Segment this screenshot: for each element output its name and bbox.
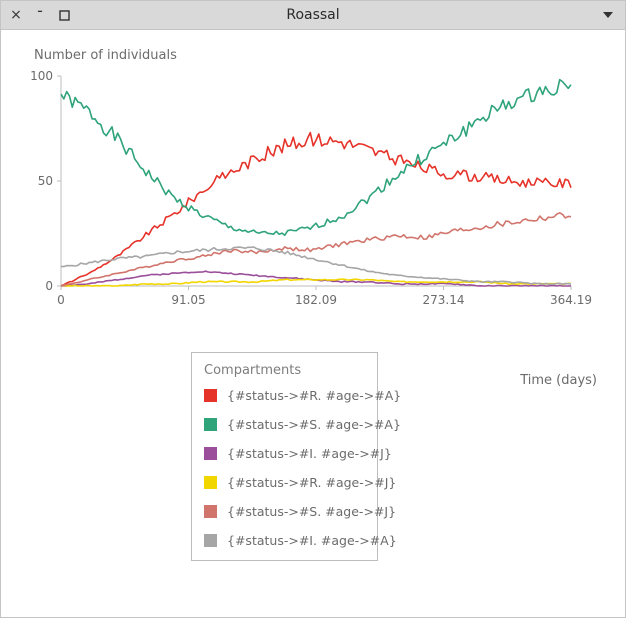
legend-item: {#status->#R. #age->#A} bbox=[204, 388, 365, 403]
legend-label: {#status->#S. #age->#J} bbox=[227, 504, 396, 519]
legend-label: {#status->#S. #age->#A} bbox=[227, 417, 401, 432]
roassal-window: × ‐ Roassal Number of individuals 0 50 100… bbox=[0, 0, 626, 618]
chart: Number of individuals 0 50 100 0 91.05 182.09… bbox=[29, 48, 597, 348]
close-icon[interactable]: × bbox=[9, 8, 23, 22]
legend-label: {#status->#I. #age->#A} bbox=[227, 533, 397, 548]
minimize-icon[interactable]: ‐ bbox=[33, 4, 47, 18]
legend-item: {#status->#S. #age->#J} bbox=[204, 504, 365, 519]
legend-item: {#status->#I. #age->#A} bbox=[204, 533, 365, 548]
legend-item: {#status->#S. #age->#A} bbox=[204, 417, 365, 432]
window-controls-left: × ‐ bbox=[1, 8, 71, 22]
x-tick-label: 0 bbox=[57, 293, 65, 307]
x-tick-label: 91.05 bbox=[171, 293, 205, 307]
window-controls-right bbox=[601, 8, 625, 22]
plot-svg: 0 50 100 0 91.05 182.09 273.14 364.19 bbox=[29, 66, 599, 316]
content-area: Number of individuals 0 50 100 0 91.05 182.09… bbox=[1, 30, 625, 617]
legend-swatch bbox=[204, 418, 217, 431]
menu-icon[interactable] bbox=[601, 8, 615, 22]
series-line bbox=[61, 279, 571, 286]
y-axis-label: Number of individuals bbox=[34, 48, 177, 63]
legend-swatch bbox=[204, 447, 217, 460]
legend: Compartments {#status->#R. #age->#A} {#st… bbox=[191, 352, 378, 561]
legend-label: {#status->#R. #age->#J} bbox=[227, 475, 396, 490]
titlebar: × ‐ Roassal bbox=[1, 1, 625, 30]
series-line bbox=[61, 133, 571, 286]
y-tick-label: 0 bbox=[45, 279, 53, 293]
series-line bbox=[61, 247, 571, 285]
legend-title: Compartments bbox=[204, 363, 365, 378]
series-line bbox=[61, 80, 571, 236]
legend-swatch bbox=[204, 389, 217, 402]
y-tick-label: 50 bbox=[38, 174, 53, 188]
legend-swatch bbox=[204, 534, 217, 547]
legend-swatch bbox=[204, 505, 217, 518]
legend-item: {#status->#R. #age->#J} bbox=[204, 475, 365, 490]
x-tick-label: 273.14 bbox=[422, 293, 464, 307]
legend-swatch bbox=[204, 476, 217, 489]
legend-item: {#status->#I. #age->#J} bbox=[204, 446, 365, 461]
maximize-icon[interactable] bbox=[57, 8, 71, 22]
x-axis-label: Time (days) bbox=[520, 373, 597, 388]
y-tick-label: 100 bbox=[30, 69, 53, 83]
x-tick-label: 364.19 bbox=[550, 293, 592, 307]
x-tick-label: 182.09 bbox=[295, 293, 337, 307]
series-line bbox=[61, 271, 571, 286]
window-title: Roassal bbox=[1, 7, 625, 23]
legend-label: {#status->#R. #age->#A} bbox=[227, 388, 401, 403]
legend-label: {#status->#I. #age->#J} bbox=[227, 446, 392, 461]
